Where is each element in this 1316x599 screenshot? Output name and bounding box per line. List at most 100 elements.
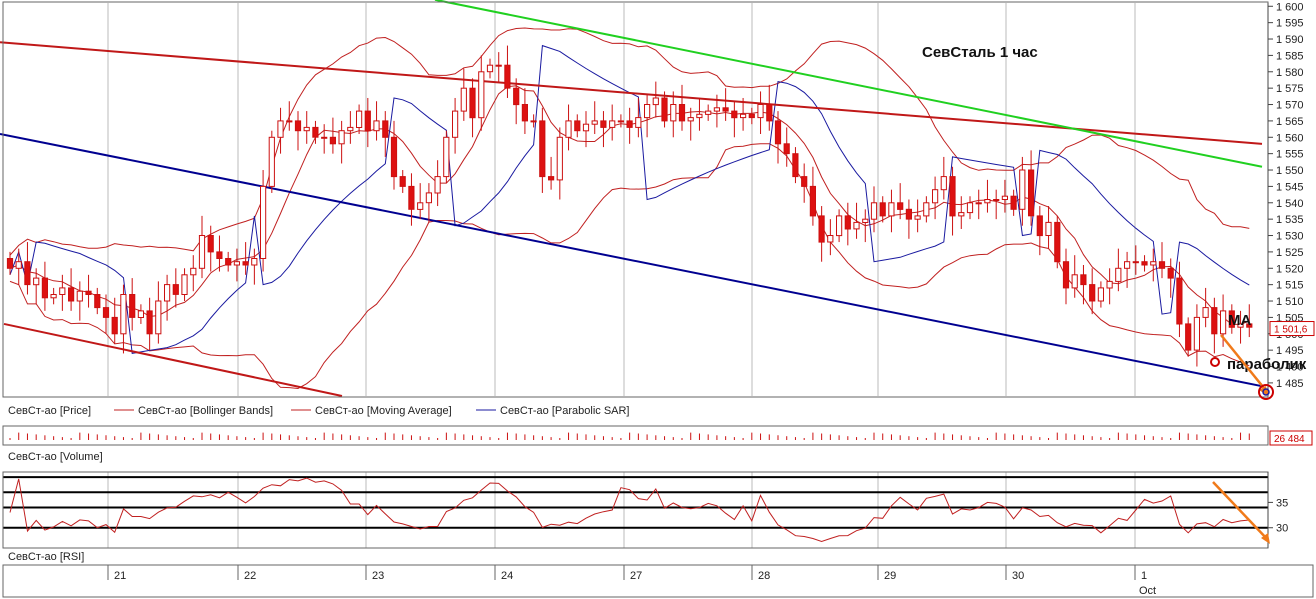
candle-body [600,120,607,128]
candle-body [774,120,782,145]
candle-body [181,274,188,295]
candle-body [312,126,319,138]
candle-body [443,136,450,178]
candle [1054,215,1061,269]
candle-body [111,316,118,335]
candle-body [321,136,328,139]
candle-body [286,120,293,123]
price-tick-label: 1 575 [1276,83,1304,95]
candle-body [670,104,677,122]
candle-body [1141,261,1148,266]
candle-body [399,176,406,187]
candle-body [251,258,258,266]
candle-body [198,235,206,269]
candle-body [1167,267,1174,279]
time-tick-label: 28 [758,570,770,582]
candle-body [1158,261,1166,269]
candle-body [24,261,31,286]
time-tick-label: 30 [1012,570,1024,582]
last-price-label: 1 501,6 [1274,325,1308,336]
candle-body [408,185,415,210]
candle-body [897,202,904,210]
candle-body [644,104,651,119]
candle-body [260,185,267,259]
candle-body [1124,261,1131,269]
candle-body [303,126,310,132]
price-tick-label: 1 570 [1276,100,1304,112]
time-tick-label: 29 [884,570,896,582]
price-tick-label: 1 525 [1276,247,1304,259]
month-label: Oct [1139,585,1156,597]
candle [443,130,450,184]
candle-body [757,104,764,119]
candle-body [713,107,720,112]
price-tick-label: 1 515 [1276,280,1304,292]
candle-body [452,110,459,138]
candle-body [1106,280,1113,289]
candle-body [94,294,101,309]
candle-body [635,117,642,128]
chart-title: СевСталь 1 час [922,44,1038,61]
candle-body [609,120,616,128]
candle-body [818,215,825,243]
candle-body [102,307,110,318]
time-tick-label: 27 [630,570,642,582]
candle-body [1220,310,1227,335]
candle-body [155,300,162,335]
candle-body [539,120,546,178]
candle-body [15,261,22,269]
candle-body [678,104,686,122]
legend-volume: СевСт-ао [Volume] [8,451,103,463]
candle-body [1071,274,1078,289]
candle-body [940,176,947,191]
candle-body [731,110,738,119]
price-tick-label: 1 550 [1276,165,1304,177]
candle-body [469,87,476,119]
price-tick-label: 1 535 [1276,214,1304,226]
candle-body [1202,307,1209,318]
candle-body [1080,274,1087,286]
candle-body [76,290,83,302]
candle-body [949,176,956,217]
price-tick-label: 1 520 [1276,263,1304,275]
price-tick-label: 1 560 [1276,132,1304,144]
price-tick-label: 1 600 [1276,1,1304,13]
candle-body [1115,267,1122,282]
candle-body [1028,169,1035,217]
candle-body [827,235,834,243]
candle-body [172,284,179,295]
candle-body [294,120,302,132]
candle-body [521,104,528,122]
price-tick-label: 1 510 [1276,296,1304,308]
candle-body [836,215,843,237]
candle-body [1010,195,1017,210]
candle-body [1054,221,1061,263]
rsi-tick-label: 35 [1276,497,1288,509]
price-tick-label: 1 545 [1276,181,1304,193]
candle-body [225,258,232,266]
price-tick-label: 1 530 [1276,231,1304,243]
candle-body [356,110,363,128]
chart-background [0,0,1316,599]
candle-body [661,97,668,122]
candle-body [530,120,537,123]
candle-body [137,310,145,318]
candle-body [1019,169,1026,210]
volume-tag-label: 26 484 [1274,434,1305,445]
candle-body [59,287,66,295]
candle-body [495,64,502,67]
legend-item: СевСт-ао [Price] [8,405,91,417]
candle-body [85,290,92,296]
candle-body [6,258,14,269]
candle-body [1045,221,1052,236]
candle-body [364,110,371,132]
candle-body [390,136,398,178]
candle-body [548,176,555,181]
candle-body [190,267,197,276]
candle-body [888,202,895,217]
candle-body [966,202,974,214]
candle-body [33,277,40,286]
candle-body [809,185,816,217]
candle-body [853,221,860,230]
legend-item: СевСт-ао [Bollinger Bands] [138,405,273,417]
